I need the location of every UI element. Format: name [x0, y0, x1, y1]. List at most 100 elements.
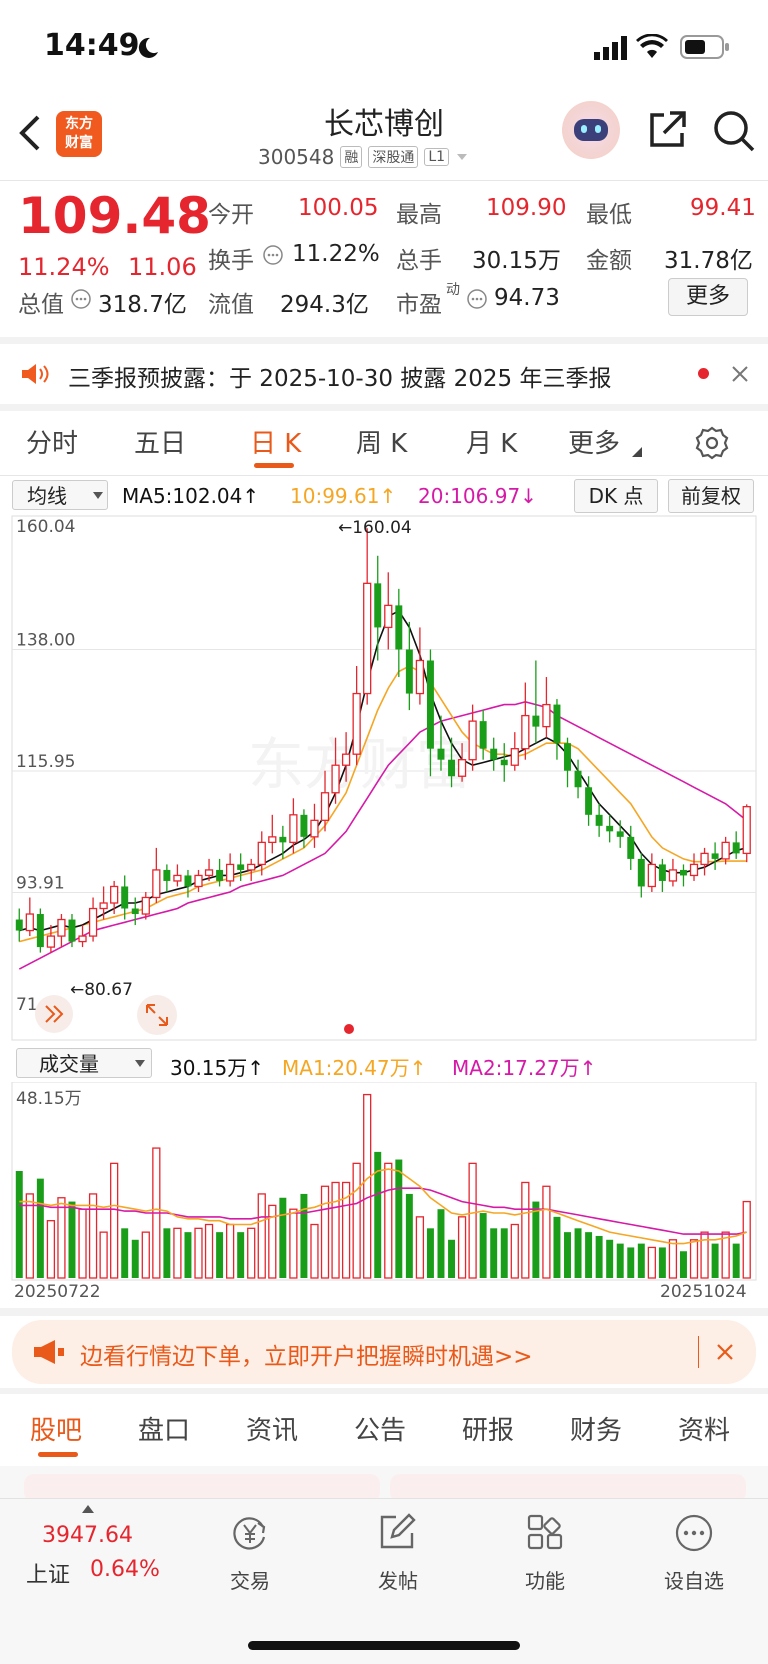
low-value: 99.41 — [690, 195, 756, 221]
amount-label: 金额 — [586, 248, 632, 274]
status-time: 14:49 — [44, 28, 140, 63]
vol-ma1-legend: MA1:20.47万↑ — [282, 1056, 427, 1080]
date-end: 20251024 — [660, 1282, 747, 1302]
expand-icon[interactable] — [136, 994, 178, 1036]
stock-code: 300548 — [258, 145, 335, 169]
index-value[interactable]: 3947.64 — [42, 1523, 133, 1548]
candle-down — [448, 759, 456, 777]
pe-value: 94.73 — [494, 285, 560, 311]
candle-down — [131, 908, 139, 915]
candle-down — [68, 919, 76, 942]
volume-bar-down — [679, 1251, 687, 1278]
candle-down — [658, 864, 666, 881]
tab-research[interactable]: 研报 — [462, 1410, 514, 1447]
volume-bar-down — [553, 1216, 561, 1278]
more-dots-icon[interactable] — [674, 1513, 714, 1553]
candle-down — [616, 831, 624, 837]
volume-select-label: 成交量 — [39, 1052, 99, 1076]
candle-down — [532, 715, 540, 727]
candle-up — [384, 604, 393, 629]
signal-icon — [594, 36, 627, 60]
promo-banner[interactable]: 边看行情边下单，立即开户把握瞬时机遇>> — [12, 1320, 756, 1384]
dk-point-label: DK 点 — [588, 484, 644, 508]
high-label: 最高 — [396, 202, 442, 228]
volume-bar-down — [585, 1232, 593, 1278]
search-icon[interactable] — [712, 109, 756, 153]
candle-up — [152, 869, 161, 899]
volume-bar-up — [99, 1231, 108, 1279]
price-tick-label: 115.95 — [16, 752, 75, 772]
candle-down — [574, 770, 582, 788]
notice-text: 三季报预披露：于 2025-10-30 披露 2025 年三季报 — [68, 366, 612, 392]
indicator-select[interactable]: 均线 — [12, 480, 108, 510]
candle-up — [542, 703, 551, 728]
volume-bar-up — [225, 1223, 235, 1279]
info-dots-icon[interactable] — [466, 288, 488, 310]
volume-bar-down — [395, 1159, 403, 1278]
tab-financials[interactable]: 财务 — [570, 1410, 622, 1447]
section-gap — [0, 404, 768, 411]
section-gap — [0, 337, 768, 344]
candle-down — [500, 759, 508, 766]
dk-point-button[interactable]: DK 点 — [574, 479, 658, 513]
candle-up — [352, 692, 361, 755]
ma20-legend: 20:106.97↓ — [418, 484, 537, 508]
more-button[interactable]: 更多 — [668, 278, 748, 316]
robot-avatar[interactable] — [562, 101, 620, 159]
candle-down — [585, 787, 593, 815]
volume-chart[interactable] — [0, 1082, 768, 1282]
candle-down — [163, 869, 171, 881]
tab-order-book[interactable]: 盘口 — [138, 1410, 190, 1447]
tab-daily-k[interactable]: 日 K — [250, 423, 301, 460]
tab-intraday[interactable]: 分时 — [26, 423, 78, 460]
tab-weekly-k[interactable]: 周 K — [356, 423, 407, 460]
candle-down — [437, 748, 445, 760]
close-icon[interactable] — [716, 1343, 734, 1361]
volume-bar-down — [237, 1232, 245, 1278]
volume-bar-down — [426, 1228, 434, 1278]
wifi-icon — [636, 34, 668, 58]
tab-profile[interactable]: 资料 — [678, 1410, 730, 1447]
nav-watchlist-label[interactable]: 设自选 — [654, 1565, 734, 1594]
collapse-arrows-icon[interactable] — [34, 994, 74, 1034]
section-gap — [0, 1388, 768, 1394]
edit-icon[interactable] — [378, 1513, 416, 1551]
volume-bar-up — [510, 1223, 519, 1279]
low-label: 最低 — [586, 202, 632, 228]
moon-icon — [138, 37, 158, 58]
ma10-line — [19, 665, 747, 943]
caret-down-icon — [93, 492, 103, 499]
candle-down — [479, 721, 487, 749]
caret-up-icon — [82, 1505, 94, 1513]
tab-news[interactable]: 资讯 — [246, 1410, 298, 1447]
volume-bar-down — [500, 1228, 508, 1278]
tab-forum[interactable]: 股吧 — [30, 1410, 82, 1447]
nav-post-label[interactable]: 发帖 — [358, 1565, 438, 1594]
grid-icon[interactable] — [526, 1513, 564, 1551]
stock-code-row[interactable]: 300548 融 深股通 L1 — [258, 145, 469, 169]
notice-bar[interactable]: 三季报预披露：于 2025-10-30 披露 2025 年三季报 — [0, 344, 768, 404]
adjust-button[interactable]: 前复权 — [668, 479, 754, 513]
info-dots-icon[interactable] — [70, 288, 92, 310]
vol-ma1-line — [19, 1168, 747, 1245]
yen-exchange-icon[interactable] — [230, 1513, 270, 1553]
candle-up — [742, 806, 751, 855]
candlestick-chart[interactable]: 东方财富 160.04138.00115.9593.9171.86 — [0, 514, 768, 1042]
volume-select[interactable]: 成交量 — [16, 1048, 152, 1078]
caret-down-icon — [135, 1060, 145, 1067]
tab-five-day[interactable]: 五日 — [134, 423, 186, 460]
volume-bar-down — [405, 1193, 413, 1278]
candle-down — [216, 869, 224, 881]
tab-announcements[interactable]: 公告 — [354, 1410, 406, 1447]
close-icon[interactable] — [730, 364, 750, 384]
nav-trade-label[interactable]: 交易 — [210, 1565, 290, 1594]
info-dots-icon[interactable] — [262, 244, 284, 266]
nav-features-label[interactable]: 功能 — [505, 1565, 585, 1594]
volume-bar-up — [257, 1193, 266, 1279]
volume-bar-up — [521, 1181, 530, 1279]
tab-more[interactable]: 更多 — [568, 423, 620, 460]
share-icon[interactable] — [646, 109, 688, 151]
candle-down — [237, 864, 245, 870]
gear-icon[interactable] — [694, 425, 730, 461]
tab-monthly-k[interactable]: 月 K — [466, 423, 517, 460]
